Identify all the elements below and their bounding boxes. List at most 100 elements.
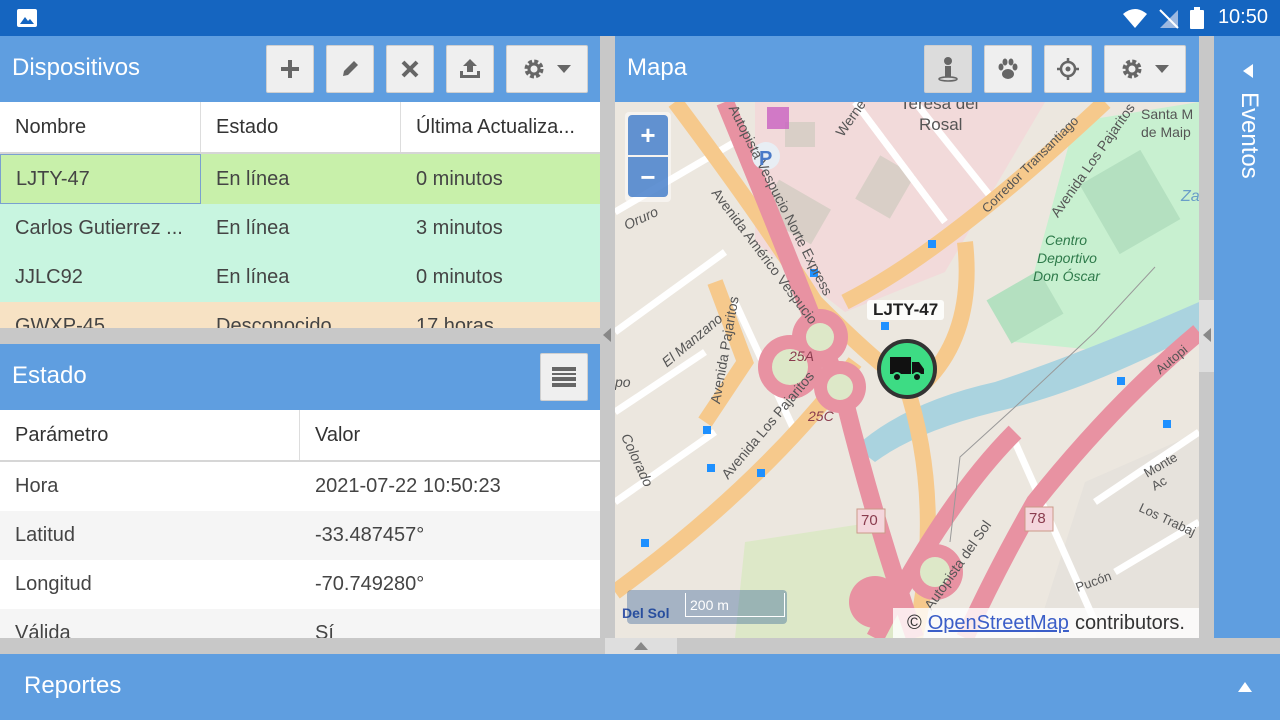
devices-state-splitter[interactable] bbox=[0, 328, 600, 344]
parameter-cell: Válida bbox=[15, 622, 71, 638]
column-last-update[interactable]: Última Actualiza... bbox=[401, 102, 600, 152]
device-status-cell: En línea bbox=[216, 167, 290, 190]
column-value[interactable]: Valor bbox=[300, 410, 600, 460]
map-panel-title: Mapa bbox=[627, 54, 688, 81]
left-map-splitter[interactable] bbox=[600, 36, 615, 638]
close-icon bbox=[401, 60, 419, 78]
chevron-left-icon bbox=[1243, 64, 1253, 78]
follow-device-button[interactable] bbox=[924, 45, 972, 93]
events-panel-collapsed[interactable]: Eventos bbox=[1214, 36, 1280, 638]
clock: 10:50 bbox=[1217, 6, 1268, 28]
table-row[interactable]: Longitud -70.749280° bbox=[0, 560, 600, 609]
device-status-cell: Desconocido bbox=[216, 315, 332, 328]
system-status-bar: 10:50 bbox=[0, 0, 1280, 36]
device-name-cell: JJLC92 bbox=[15, 266, 83, 288]
place-label: Deportivo bbox=[1037, 250, 1097, 266]
person-pin-icon bbox=[938, 57, 958, 82]
road-shield-label: 25A bbox=[789, 348, 814, 364]
street-label: Werne bbox=[832, 102, 869, 140]
table-row[interactable]: Válida Sí bbox=[0, 609, 600, 638]
place-label: Centro bbox=[1045, 232, 1088, 248]
column-name[interactable]: Nombre bbox=[0, 102, 201, 152]
device-updated-cell: 0 minutos bbox=[416, 167, 503, 190]
street-label: Colorado bbox=[618, 430, 657, 490]
device-status-cell: En línea bbox=[216, 217, 290, 239]
parameter-cell: Latitud bbox=[15, 524, 76, 546]
street-label: Avenida Los Pajaritos bbox=[718, 368, 818, 482]
zoom-control: + − bbox=[625, 112, 671, 202]
remove-device-button[interactable] bbox=[386, 45, 434, 93]
table-row[interactable]: Latitud -33.487457° bbox=[0, 511, 600, 560]
table-row[interactable]: LJTY-47 En línea 0 minutos bbox=[0, 154, 600, 204]
events-panel-title: Eventos bbox=[1236, 92, 1263, 179]
table-row[interactable]: JJLC92 En línea 0 minutos bbox=[0, 253, 600, 302]
parameter-cell: Longitud bbox=[15, 573, 92, 595]
device-updated-cell: 3 minutos bbox=[416, 217, 503, 239]
wifi-icon bbox=[1122, 8, 1147, 28]
zoom-out-button[interactable]: − bbox=[628, 157, 668, 197]
bottom-splitter[interactable] bbox=[0, 638, 1280, 654]
state-columns-button[interactable] bbox=[540, 353, 588, 401]
device-name-cell: GWXP-45 bbox=[15, 315, 106, 328]
locate-button[interactable] bbox=[1044, 45, 1092, 93]
chevron-left-icon bbox=[1203, 328, 1211, 342]
road-shield-label: 70 bbox=[861, 512, 878, 529]
street-label: Avenida Los Pajaritos bbox=[1047, 102, 1138, 220]
place-label: de Maip bbox=[1141, 124, 1191, 140]
street-label: Los Trabaj bbox=[1136, 499, 1199, 540]
show-history-button[interactable] bbox=[984, 45, 1032, 93]
plus-icon bbox=[281, 60, 299, 78]
column-status[interactable]: Estado bbox=[201, 102, 401, 152]
map-events-splitter[interactable] bbox=[1199, 36, 1214, 638]
map-panel-header: Mapa bbox=[615, 36, 1199, 102]
scale-line: 200 m bbox=[685, 593, 785, 617]
reports-panel-collapsed[interactable]: Reportes bbox=[0, 654, 1280, 720]
device-marker-label: LJTY-47 bbox=[867, 300, 945, 320]
device-updated-cell: 0 minutos bbox=[416, 266, 503, 288]
place-label: Santa M bbox=[1141, 106, 1194, 122]
value-cell: Sí bbox=[315, 622, 334, 638]
place-label: Rosal bbox=[919, 115, 963, 134]
edit-device-button[interactable] bbox=[326, 45, 374, 93]
table-row[interactable]: Hora 2021-07-22 10:50:23 bbox=[0, 462, 600, 511]
table-row[interactable]: GWXP-45 Desconocido 17 horas bbox=[0, 302, 600, 328]
upload-icon bbox=[460, 59, 480, 78]
map-settings-menu-button[interactable] bbox=[1104, 45, 1186, 93]
value-cell: -70.749280° bbox=[315, 573, 425, 595]
add-device-button[interactable] bbox=[266, 45, 314, 93]
chevron-up-icon bbox=[1238, 682, 1252, 692]
attribution-suffix: contributors. bbox=[1074, 611, 1185, 634]
value-cell: -33.487457° bbox=[315, 524, 425, 546]
scale-bar: 200 m bbox=[627, 590, 787, 624]
devices-table-header: Nombre Estado Última Actualiza... bbox=[0, 102, 600, 154]
device-marker[interactable] bbox=[877, 339, 937, 399]
road-shield-label: 25C bbox=[808, 408, 834, 424]
copyright-symbol: © bbox=[906, 611, 922, 634]
state-panel-title: Estado bbox=[12, 362, 87, 389]
place-label: Zan bbox=[1181, 188, 1199, 205]
device-settings-menu-button[interactable] bbox=[506, 45, 588, 93]
street-label: Autopista del Sol bbox=[920, 517, 995, 613]
map-view[interactable]: Autopista Vespucio Norte Express Avenida… bbox=[615, 102, 1199, 638]
table-row[interactable]: Carlos Gutierrez ... En línea 3 minutos bbox=[0, 204, 600, 253]
chevron-down-icon bbox=[1155, 65, 1169, 73]
pencil-icon bbox=[343, 61, 358, 76]
value-cell: 2021-07-22 10:50:23 bbox=[315, 475, 501, 497]
device-name-cell: Carlos Gutierrez ... bbox=[15, 217, 183, 239]
device-name-cell: LJTY-47 bbox=[0, 154, 201, 204]
zoom-in-button[interactable]: + bbox=[628, 115, 668, 155]
devices-panel-title: Dispositivos bbox=[12, 54, 141, 81]
chevron-up-icon bbox=[634, 642, 648, 650]
share-device-button[interactable] bbox=[446, 45, 494, 93]
chevron-down-icon bbox=[557, 65, 571, 73]
openstreetmap-link[interactable]: OpenStreetMap bbox=[928, 612, 1069, 635]
street-label: po bbox=[615, 374, 631, 390]
battery-icon bbox=[1189, 6, 1204, 29]
crosshair-icon bbox=[1057, 58, 1079, 80]
device-updated-cell: 17 horas bbox=[416, 315, 494, 328]
column-parameter[interactable]: Parámetro bbox=[0, 410, 300, 460]
gear-icon bbox=[1122, 59, 1142, 79]
parking-icon: P bbox=[759, 148, 773, 170]
no-signal-icon bbox=[1159, 8, 1179, 29]
truck-icon bbox=[890, 357, 924, 382]
